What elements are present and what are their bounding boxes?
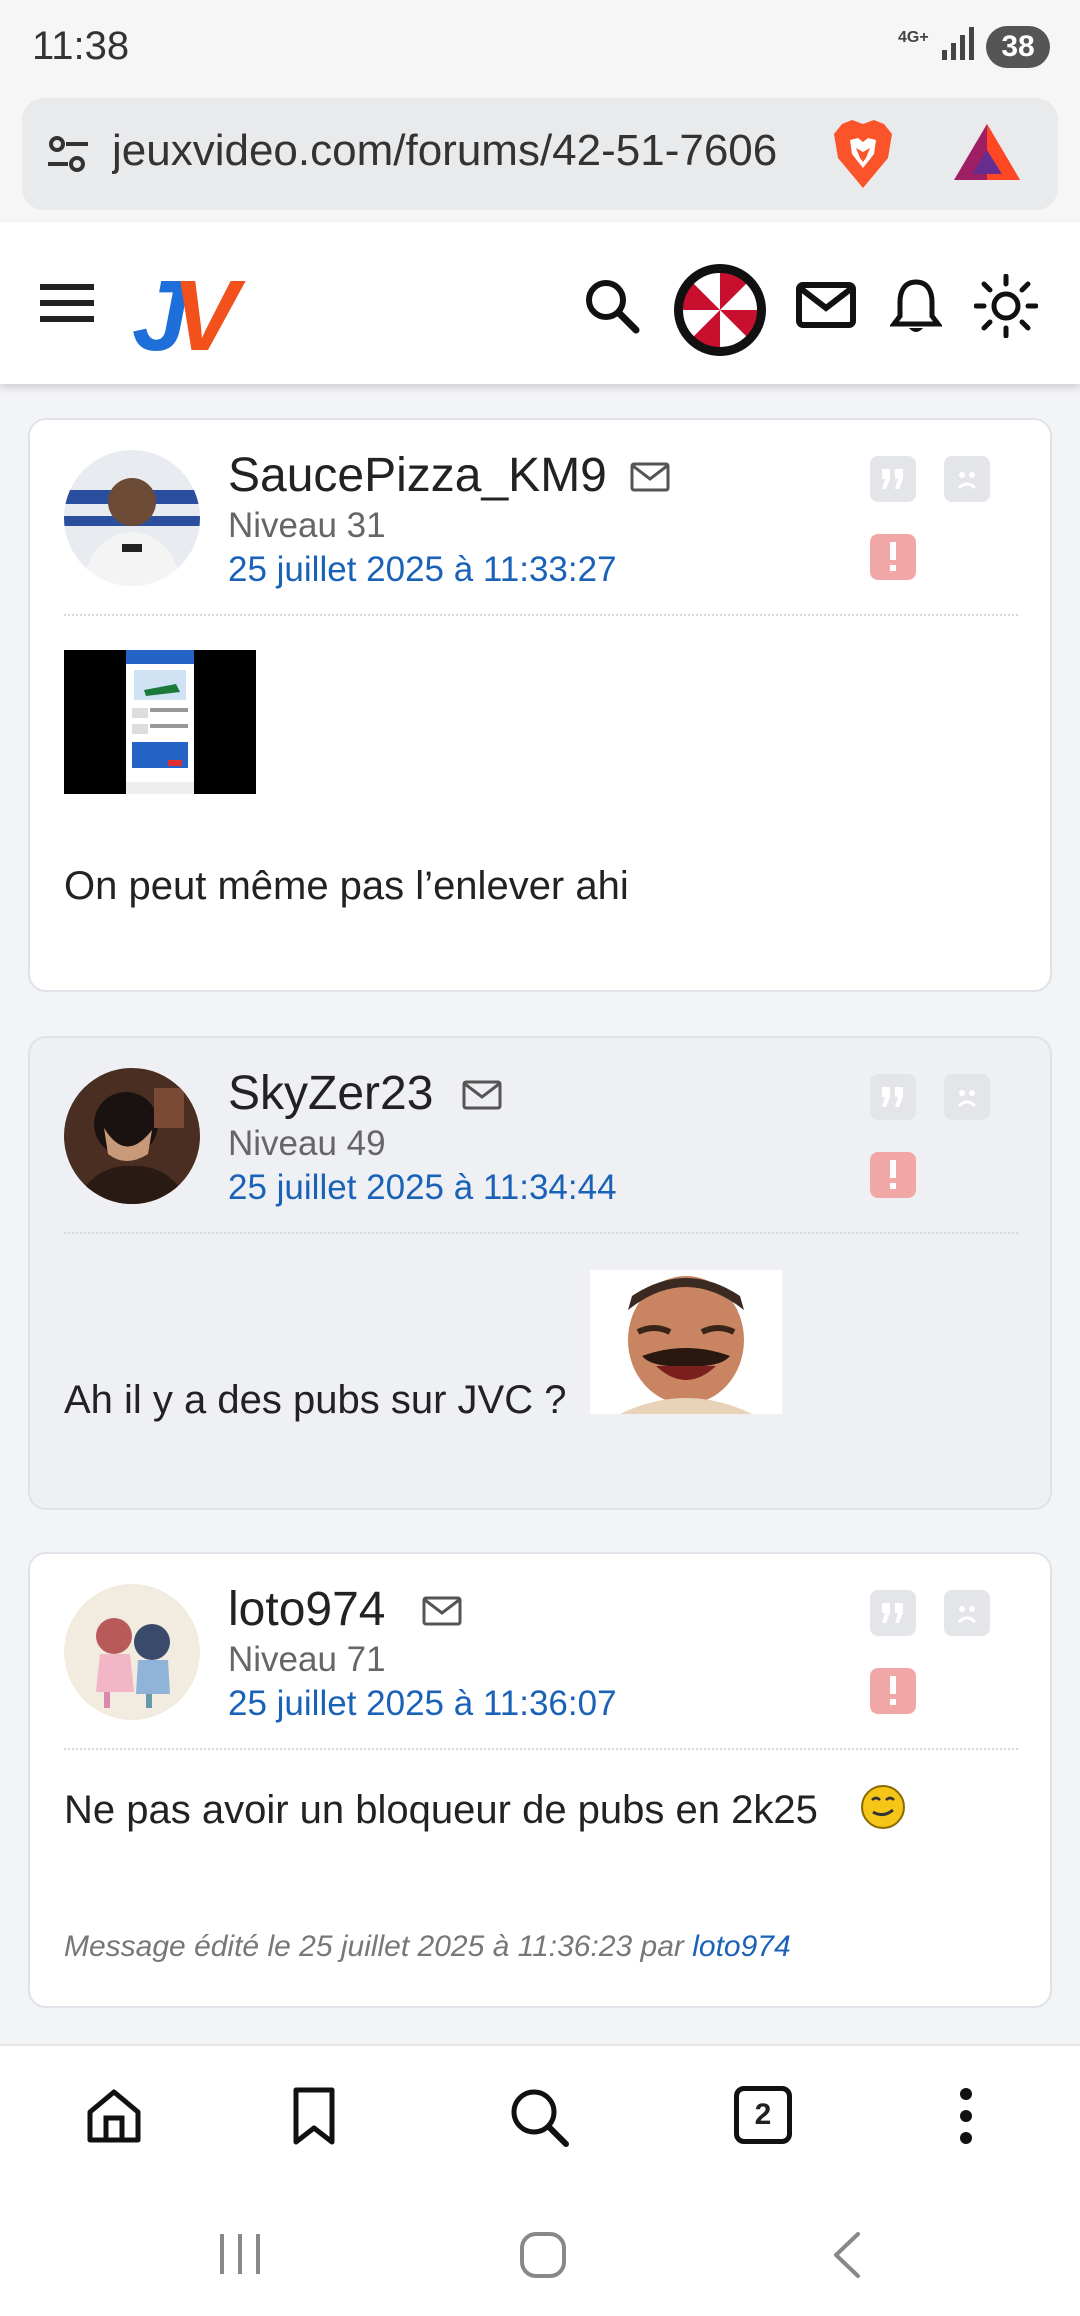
brave-shields-icon[interactable] (830, 118, 896, 190)
post-user-level: Niveau 49 (228, 1124, 386, 1163)
quote-icon (882, 469, 903, 489)
sad-face-icon (957, 1606, 977, 1624)
home-icon[interactable] (84, 2086, 144, 2146)
search-icon[interactable] (508, 2086, 570, 2148)
home-button-icon[interactable] (518, 2230, 568, 2280)
more-options-icon[interactable] (954, 2086, 978, 2146)
post-user-level: Niveau 71 (228, 1640, 386, 1679)
user-avatar[interactable] (64, 450, 200, 586)
block-user-button[interactable] (944, 1590, 990, 1636)
search-icon[interactable] (584, 278, 640, 334)
battery-indicator: 38 (986, 26, 1050, 68)
block-user-button[interactable] (944, 456, 990, 502)
user-avatar[interactable] (674, 264, 766, 356)
exclamation-icon (890, 542, 896, 571)
private-message-icon[interactable] (462, 1080, 502, 1110)
signal-icon (942, 27, 974, 60)
private-message-icon[interactable] (630, 462, 670, 492)
user-avatar[interactable] (64, 1068, 200, 1204)
forum-post: SaucePizza_KM9 Niveau 31 25 juillet 2025… (28, 418, 1052, 992)
quote-icon (882, 1087, 903, 1107)
logo-letter-v: V (172, 264, 246, 360)
network-type: 4G+ (898, 29, 929, 46)
report-button[interactable] (870, 1668, 916, 1714)
post-message: Ah il y a des pubs sur JVC ? (64, 1378, 567, 1422)
jv-logo[interactable]: J V (132, 264, 258, 360)
block-user-button[interactable] (944, 1074, 990, 1120)
recent-apps-icon[interactable] (216, 2230, 266, 2278)
post-message: Ne pas avoir un bloqueur de pubs en 2k25 (64, 1788, 818, 1832)
edited-notice: Message édité le 25 juillet 2025 à 11:36… (64, 1930, 791, 1964)
post-date-link[interactable]: 25 juillet 2025 à 11:36:07 (228, 1684, 617, 1724)
post-date-link[interactable]: 25 juillet 2025 à 11:33:27 (228, 550, 617, 590)
status-bar: 11:38 4G+ 38 (0, 0, 1080, 92)
edited-text: Message édité le 25 juillet 2025 à 11:36… (64, 1930, 693, 1963)
post-separator (64, 1232, 1018, 1234)
post-username[interactable]: loto974 (228, 1582, 385, 1637)
system-navigation-bar (0, 2198, 1080, 2316)
exclamation-icon (890, 1676, 896, 1705)
exclamation-icon (890, 1160, 896, 1189)
theme-toggle-icon[interactable] (974, 274, 1038, 338)
smiley-sticker (861, 1785, 905, 1829)
status-time: 11:38 (32, 24, 130, 68)
brave-rewards-icon[interactable] (952, 120, 1022, 184)
quote-button[interactable] (870, 1590, 916, 1636)
site-header: J V (0, 222, 1080, 384)
tabs-button[interactable]: 2 (734, 2086, 792, 2144)
post-screenshot-thumbnail[interactable] (64, 650, 256, 794)
forum-post: SkyZer23 Niveau 49 25 juillet 2025 à 11:… (28, 1036, 1052, 1510)
report-button[interactable] (870, 1152, 916, 1198)
forum-post: loto974 Niveau 71 25 juillet 2025 à 11:3… (28, 1552, 1052, 2008)
sad-face-icon (957, 472, 977, 490)
post-separator (64, 614, 1018, 616)
address-bar[interactable]: jeuxvideo.com/forums/42-51-7606 (22, 98, 1058, 210)
notifications-icon[interactable] (890, 278, 942, 336)
browser-bottom-bar: 2 (0, 2044, 1080, 2198)
tab-count: 2 (754, 2098, 772, 2131)
report-button[interactable] (870, 534, 916, 580)
messages-icon[interactable] (796, 282, 856, 328)
quote-button[interactable] (870, 1074, 916, 1120)
quote-icon (882, 1603, 903, 1623)
edited-by-link[interactable]: loto974 (692, 1930, 790, 1963)
post-username[interactable]: SkyZer23 (228, 1066, 433, 1121)
post-user-level: Niveau 31 (228, 506, 386, 545)
hamburger-menu-icon[interactable] (40, 282, 96, 324)
url-text[interactable]: jeuxvideo.com/forums/42-51-7606 (112, 126, 828, 176)
private-message-icon[interactable] (422, 1596, 462, 1626)
post-separator (64, 1748, 1018, 1750)
browser-toolbar: jeuxvideo.com/forums/42-51-7606 (0, 92, 1080, 222)
post-message: On peut même pas l’enlever ahi (64, 864, 629, 908)
site-settings-icon[interactable] (46, 132, 90, 176)
user-avatar[interactable] (64, 1584, 200, 1720)
post-username[interactable]: SaucePizza_KM9 (228, 448, 607, 503)
quote-button[interactable] (870, 456, 916, 502)
bookmark-icon[interactable] (288, 2086, 340, 2146)
back-icon[interactable] (826, 2230, 866, 2280)
risitas-sticker (590, 1270, 782, 1414)
post-date-link[interactable]: 25 juillet 2025 à 11:34:44 (228, 1168, 617, 1208)
sad-face-icon (957, 1090, 977, 1108)
